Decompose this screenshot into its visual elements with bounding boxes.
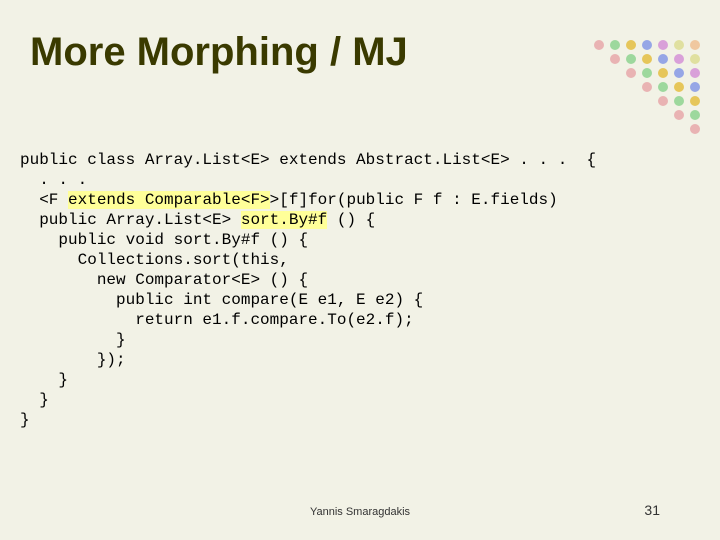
code-line: } [20, 411, 30, 429]
code-line: } [20, 391, 49, 409]
code-line: return e1.f.compare.To(e2.f); [20, 311, 414, 329]
code-line: Collections.sort(this, [20, 251, 289, 269]
code-line: public void sort.By#f () { [20, 231, 308, 249]
code-line: }); [20, 351, 126, 369]
code-line: public int compare(E e1, E e2) { [20, 291, 423, 309]
code-line: } [20, 371, 68, 389]
code-text: >[f]for(public F f : E.fields) [270, 191, 558, 209]
slide-title: More Morphing / MJ [30, 30, 408, 75]
code-line: . . . [20, 171, 87, 189]
code-text: () { [327, 211, 375, 229]
page-number: 31 [644, 502, 660, 518]
code-text: public Array.List<E> [20, 211, 241, 229]
slide: More Morphing / MJ public class Array.Li… [0, 0, 720, 540]
footer-author: Yannis Smaragdakis [310, 506, 410, 518]
highlight: extends Comparable<F> [68, 191, 270, 209]
code-text: <F [20, 191, 68, 209]
code-line: public class Array.List<E> extends Abstr… [20, 151, 596, 169]
code-line: } [20, 331, 126, 349]
code-line: public Array.List<E> sort.By#f () { [20, 211, 375, 229]
highlight: sort.By#f [241, 211, 327, 229]
code-line: <F extends Comparable<F>>[f]for(public F… [20, 191, 558, 209]
code-line: new Comparator<E> () { [20, 271, 308, 289]
code-block: public class Array.List<E> extends Abstr… [20, 130, 710, 430]
decorative-dots [540, 40, 700, 140]
